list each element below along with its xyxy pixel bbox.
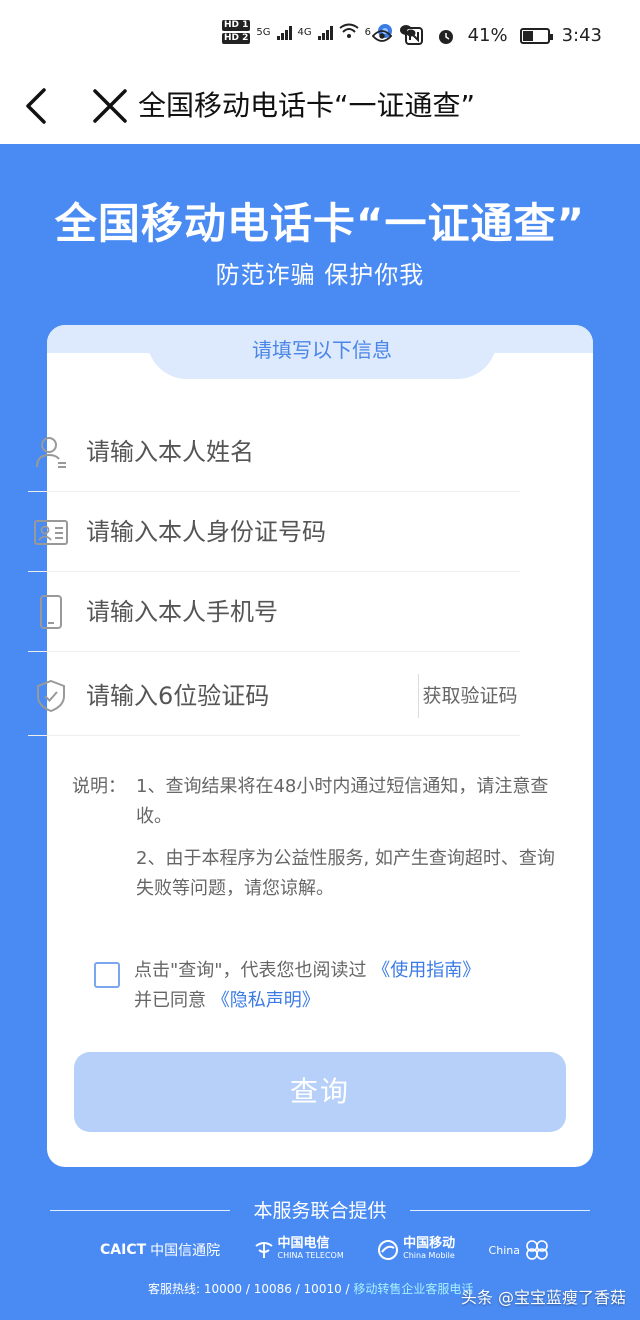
china-unicom-logo: China — [489, 1239, 550, 1261]
china-mobile-en: China Mobile — [403, 1251, 455, 1260]
phone-field[interactable]: 请输入本人手机号 — [28, 572, 520, 652]
verification-code-input[interactable]: 请输入6位验证码 — [86, 656, 269, 736]
back-button[interactable] — [22, 86, 52, 126]
form-header: 请填写以下信息 — [147, 325, 497, 379]
phone-input[interactable]: 请输入本人手机号 — [86, 572, 278, 652]
agreement-text-2: 并已同意 — [134, 990, 206, 1011]
caict-logo-en: CAICT — [100, 1242, 147, 1258]
status-bar: HD 1 HD 2 5G 4G 6 41% 3:43 — [0, 0, 640, 72]
china-telecom-icon — [254, 1242, 273, 1258]
hd1-badge: HD 1 — [222, 20, 251, 31]
id-number-input[interactable]: 请输入本人身份证号码 — [86, 492, 326, 572]
signal-icon — [276, 24, 292, 40]
notes-label: 说明： — [72, 776, 126, 797]
china-unicom-knot-icon — [526, 1240, 548, 1260]
hero-subtitle: 防范诈骗 保护你我 — [215, 261, 425, 289]
eye-icon — [371, 26, 392, 46]
status-bar-system: 41% 3:43 — [371, 25, 602, 46]
alarm-icon — [436, 26, 456, 46]
battery-percent: 41% — [467, 25, 508, 46]
nfc-icon — [404, 26, 424, 46]
shield-check-icon — [37, 679, 65, 713]
clock-time: 3:43 — [561, 25, 602, 46]
battery-icon — [519, 27, 553, 44]
hotline-text: 客服热线: 10000 / 10086 / 10010 / 移动转售企业客服电话 — [148, 1280, 473, 1297]
mobile-phone-icon — [40, 595, 62, 629]
network-5g-label: 5G — [256, 26, 271, 38]
close-icon — [93, 89, 127, 123]
name-input[interactable]: 请输入本人姓名 — [86, 412, 254, 492]
reseller-hotline-link[interactable]: 移动转售企业客服电话 — [353, 1282, 473, 1296]
china-mobile-cn: 中国移动 — [403, 1236, 456, 1251]
hero-title: 全国移动电话卡“一证通查” — [54, 199, 586, 248]
caict-logo: CAICT 中国信通院 — [100, 1240, 220, 1260]
wifi-6-label: 6 — [364, 26, 372, 38]
watermark: 头条 @宝宝蓝瘦了香菇 — [460, 1288, 626, 1307]
china-unicom-en: China — [488, 1243, 520, 1257]
hd-badges: HD 1 HD 2 — [222, 20, 251, 44]
note-item-1: 1、查询结果将在48小时内通过短信通知，请注意查收。 — [136, 776, 549, 827]
verification-code-field[interactable]: 请输入6位验证码 获取验证码 — [28, 656, 520, 736]
network-4g-label: 4G — [297, 26, 312, 38]
user-guide-link[interactable]: 《使用指南》 — [372, 960, 480, 981]
close-button[interactable] — [92, 86, 128, 126]
id-card-icon — [34, 520, 68, 545]
nav-bar: 全国移动电话卡“一证通查” — [0, 72, 640, 144]
agreement-text-1: 点击"查询"，代表您也阅读过 — [134, 960, 367, 981]
hotline-numbers: 客服热线: 10000 / 10086 / 10010 / — [148, 1282, 354, 1296]
get-code-button[interactable]: 获取验证码 — [420, 656, 520, 736]
footer-title: 本服务联合提供 — [253, 1200, 387, 1222]
china-telecom-cn: 中国电信 — [277, 1236, 330, 1251]
agreement-checkbox[interactable] — [94, 962, 120, 988]
partner-logos: CAICT 中国信通院 中国电信 CHINA TELECOM 中国移动 Chin… — [100, 1232, 550, 1268]
hd2-badge: HD 2 — [222, 33, 251, 44]
name-field[interactable]: 请输入本人姓名 — [28, 412, 520, 492]
china-telecom-en: CHINA TELECOM — [277, 1251, 344, 1260]
code-divider — [418, 674, 419, 718]
page-title: 全国移动电话卡“一证通查” — [138, 89, 476, 122]
privacy-statement-link[interactable]: 《隐私声明》 — [212, 990, 320, 1011]
signal-icon-2 — [317, 24, 333, 40]
query-button[interactable]: 查询 — [74, 1052, 566, 1132]
wifi-icon — [339, 23, 359, 42]
caict-logo-cn: 中国信通院 — [150, 1243, 221, 1259]
agreement-text: 点击"查询"，代表您也阅读过 《使用指南》 并已同意 《隐私声明》 — [134, 956, 574, 1016]
chevron-left-icon — [26, 88, 46, 124]
china-mobile-icon — [378, 1240, 399, 1260]
user-icon — [36, 437, 66, 468]
china-mobile-logo: 中国移动 China Mobile — [377, 1236, 456, 1262]
note-item-2: 2、由于本程序为公益性服务, 如产生查询超时、查询失败等问题，请您谅解。 — [136, 848, 555, 899]
id-number-field[interactable]: 请输入本人身份证号码 — [28, 492, 520, 572]
china-telecom-logo: 中国电信 CHINA TELECOM — [254, 1236, 344, 1262]
